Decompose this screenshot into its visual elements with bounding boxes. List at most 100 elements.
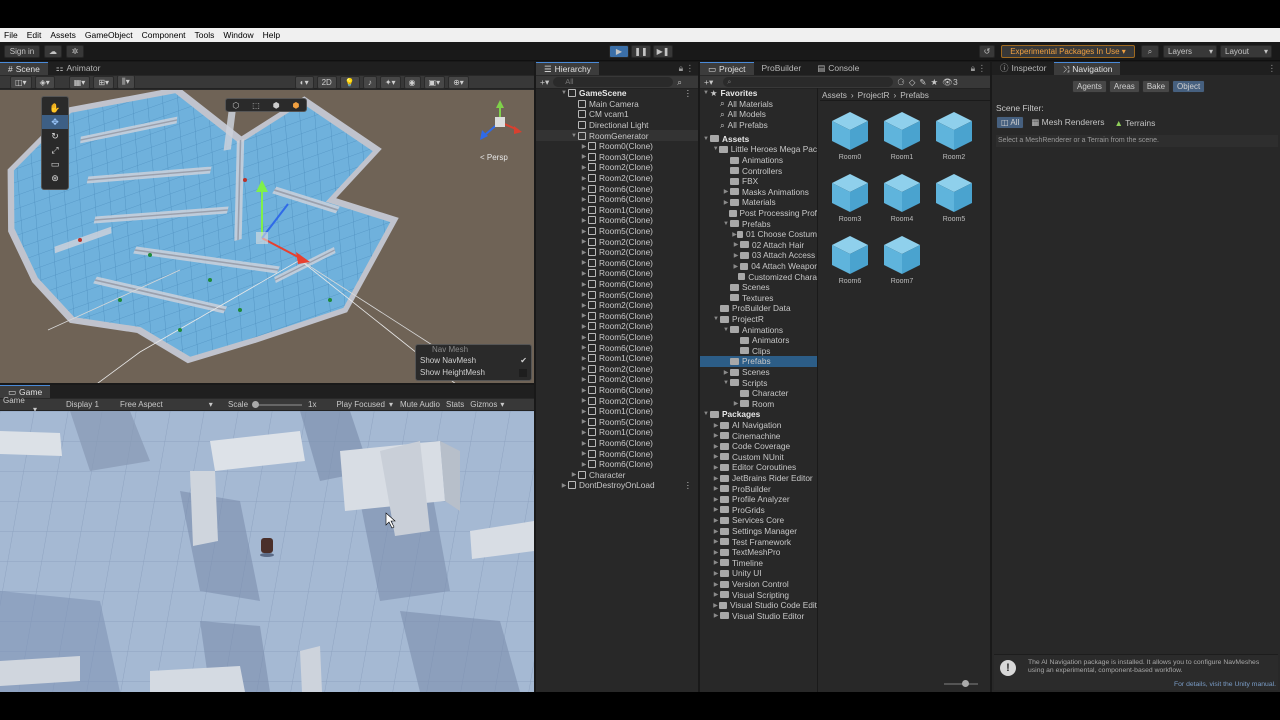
hierarchy-item[interactable]: ▶ Room5(Clone): [536, 289, 698, 300]
hierarchy-item[interactable]: ▶ Room2(Clone): [536, 300, 698, 311]
more-icon[interactable]: ⋮: [1268, 63, 1280, 74]
play-focused-dropdown[interactable]: Play Focused: [336, 400, 384, 409]
experimental-packages-dropdown[interactable]: Experimental Packages In Use ▾: [1001, 45, 1135, 58]
orientation-gizmo[interactable]: [478, 100, 522, 144]
chevron-right-icon[interactable]: ▶: [580, 143, 588, 150]
chevron-right-icon[interactable]: ▶: [712, 602, 719, 609]
hierarchy-item[interactable]: ▶ Room6(Clone): [536, 194, 698, 205]
project-tree-item[interactable]: Prefabs: [700, 356, 817, 367]
hierarchy-item[interactable]: ▶ Room6(Clone): [536, 448, 698, 459]
project-tree-item[interactable]: ▶ 04 Attach Weapor: [700, 261, 818, 272]
filter-icon[interactable]: ⌕: [677, 77, 682, 88]
chevron-right-icon[interactable]: ▶: [732, 400, 740, 407]
project-tree-item[interactable]: ▼ Animations: [700, 324, 817, 335]
project-tree-item[interactable]: ▶ JetBrains Rider Editor: [700, 473, 817, 484]
chevron-right-icon[interactable]: ▶: [580, 228, 588, 235]
chevron-right-icon[interactable]: ▶: [580, 323, 588, 330]
star-icon[interactable]: ★: [931, 77, 939, 88]
project-tree-item[interactable]: ▶ ProBuilder: [700, 483, 817, 494]
project-tree-item[interactable]: Character: [700, 388, 817, 399]
chevron-right-icon[interactable]: ▶: [722, 188, 730, 195]
chevron-down-icon[interactable]: ▼: [722, 221, 730, 227]
breadcrumb-projectr[interactable]: ProjectR: [858, 90, 890, 100]
project-tree-item[interactable]: ▶ Materials: [700, 197, 817, 208]
chevron-right-icon[interactable]: ▶: [580, 450, 588, 457]
chevron-down-icon[interactable]: ▼: [722, 327, 730, 333]
chevron-right-icon[interactable]: ▶: [712, 475, 720, 482]
project-tree-item[interactable]: ▶ Code Coverage: [700, 441, 817, 452]
hierarchy-item[interactable]: ▶ Room6(Clone): [536, 342, 698, 353]
hierarchy-item[interactable]: ▶ Room5(Clone): [536, 226, 698, 237]
filter-terrains-button[interactable]: ▲ Terrains: [1111, 117, 1158, 129]
menu-file[interactable]: File: [0, 30, 23, 40]
chevron-right-icon[interactable]: ▶: [580, 397, 588, 404]
pause-button[interactable]: ❚❚: [631, 45, 651, 58]
project-tree-item[interactable]: ⌕ All Materials: [700, 99, 817, 110]
chevron-right-icon[interactable]: ▶: [712, 538, 720, 545]
breadcrumb-prefabs[interactable]: Prefabs: [900, 90, 929, 100]
hierarchy-item[interactable]: ▶ Room3(Clone): [536, 152, 698, 163]
stats-toggle[interactable]: Stats: [446, 400, 464, 409]
project-tree-item[interactable]: ▶ Version Control: [700, 579, 817, 590]
packages-header[interactable]: ▼ Packages: [700, 409, 817, 420]
add-icon[interactable]: +▾: [704, 77, 713, 88]
favorites-header[interactable]: ▼ ★ Favorites: [700, 88, 817, 99]
audio-icon[interactable]: ♪: [362, 75, 377, 89]
project-tree-item[interactable]: ▶ TextMeshPro: [700, 547, 817, 558]
project-tree-item[interactable]: ⌕ All Prefabs: [700, 120, 817, 131]
chevron-right-icon[interactable]: ▶: [712, 485, 720, 492]
hierarchy-item[interactable]: ▶ Room6(Clone): [536, 215, 698, 226]
camera-icon[interactable]: ▣▾: [423, 75, 446, 89]
layout-dropdown[interactable]: Layout ▾: [1220, 45, 1272, 58]
more-icon[interactable]: ⋮: [684, 88, 698, 98]
filter-mesh-renderers-button[interactable]: ▦ Mesh Renderers: [1028, 116, 1107, 129]
project-tree-item[interactable]: Animations: [700, 155, 817, 166]
chevron-down-icon[interactable]: ▼: [560, 90, 568, 96]
slider-handle[interactable]: [252, 400, 260, 408]
chevron-right-icon[interactable]: ▶: [712, 464, 720, 471]
chevron-right-icon[interactable]: ▶: [712, 528, 720, 535]
chevron-right-icon[interactable]: ▶: [722, 369, 730, 376]
cloud-icon[interactable]: ☁: [44, 45, 62, 58]
chevron-right-icon[interactable]: ▶: [712, 517, 720, 524]
project-tree-item[interactable]: ▶ Visual Scripting: [700, 589, 817, 600]
hierarchy-item[interactable]: ▶ Room1(Clone): [536, 427, 698, 438]
label-icon[interactable]: ◇: [909, 77, 916, 88]
project-tree-item[interactable]: Customized Chara: [700, 271, 817, 282]
menu-help[interactable]: Help: [259, 30, 285, 40]
project-tree-item[interactable]: Controllers: [700, 165, 817, 176]
chevron-right-icon[interactable]: ▶: [712, 549, 720, 556]
prefab-asset[interactable]: Room2: [928, 110, 980, 161]
filter-all-button[interactable]: ◫ All: [996, 116, 1025, 129]
chevron-right-icon[interactable]: ▶: [580, 164, 588, 171]
add-icon[interactable]: +▾: [540, 77, 549, 88]
chevron-right-icon[interactable]: ▶: [712, 432, 720, 439]
tab-navigation[interactable]: ⤨ Navigation: [1054, 62, 1121, 75]
chevron-right-icon[interactable]: ▶: [712, 559, 720, 566]
chevron-right-icon[interactable]: ▶: [712, 591, 720, 598]
prefab-asset[interactable]: Room7: [876, 234, 928, 285]
tab-hierarchy[interactable]: ☰ Hierarchy: [536, 62, 599, 75]
scene-viewport[interactable]: ✋ ✥ ↻ ⤢ ▭ ⊛ ⬡ ⬚ ⬢ ⬢ < Persp Nav Mesh Show N…: [0, 90, 534, 383]
search-icon[interactable]: ⌕: [1141, 45, 1159, 58]
chevron-right-icon[interactable]: ▶: [580, 302, 588, 309]
project-tree-item[interactable]: ProBuilder Data: [700, 303, 817, 314]
chevron-right-icon[interactable]: ▶: [580, 429, 588, 436]
display-dropdown[interactable]: Display 1: [66, 400, 116, 409]
show-heightmesh-toggle[interactable]: Show HeightMesh: [416, 367, 531, 379]
scale-slider[interactable]: [252, 400, 303, 408]
chevron-down-icon[interactable]: ▼: [712, 146, 719, 152]
hierarchy-item[interactable]: ▶ Room2(Clone): [536, 236, 698, 247]
align-icon[interactable]: ⫼▾: [117, 75, 135, 89]
bake-tab[interactable]: Bake: [1141, 80, 1171, 93]
hierarchy-item[interactable]: ▶ Room1(Clone): [536, 205, 698, 216]
project-tree-item[interactable]: ▼ ProjectR: [700, 314, 817, 325]
aspect-dropdown[interactable]: Free Aspect ▾: [120, 400, 226, 409]
play-button[interactable]: ▶: [609, 45, 629, 58]
rotate-tool-icon[interactable]: ↻: [42, 129, 68, 143]
hidden-objects-icon[interactable]: ◉: [403, 75, 421, 89]
chevron-right-icon[interactable]: ▶: [580, 312, 588, 319]
hierarchy-item[interactable]: ▶ Room2(Clone): [536, 364, 698, 375]
chevron-right-icon[interactable]: ▶: [580, 376, 588, 383]
lock-icon[interactable]: 🔒︎ ⋮: [679, 63, 698, 74]
